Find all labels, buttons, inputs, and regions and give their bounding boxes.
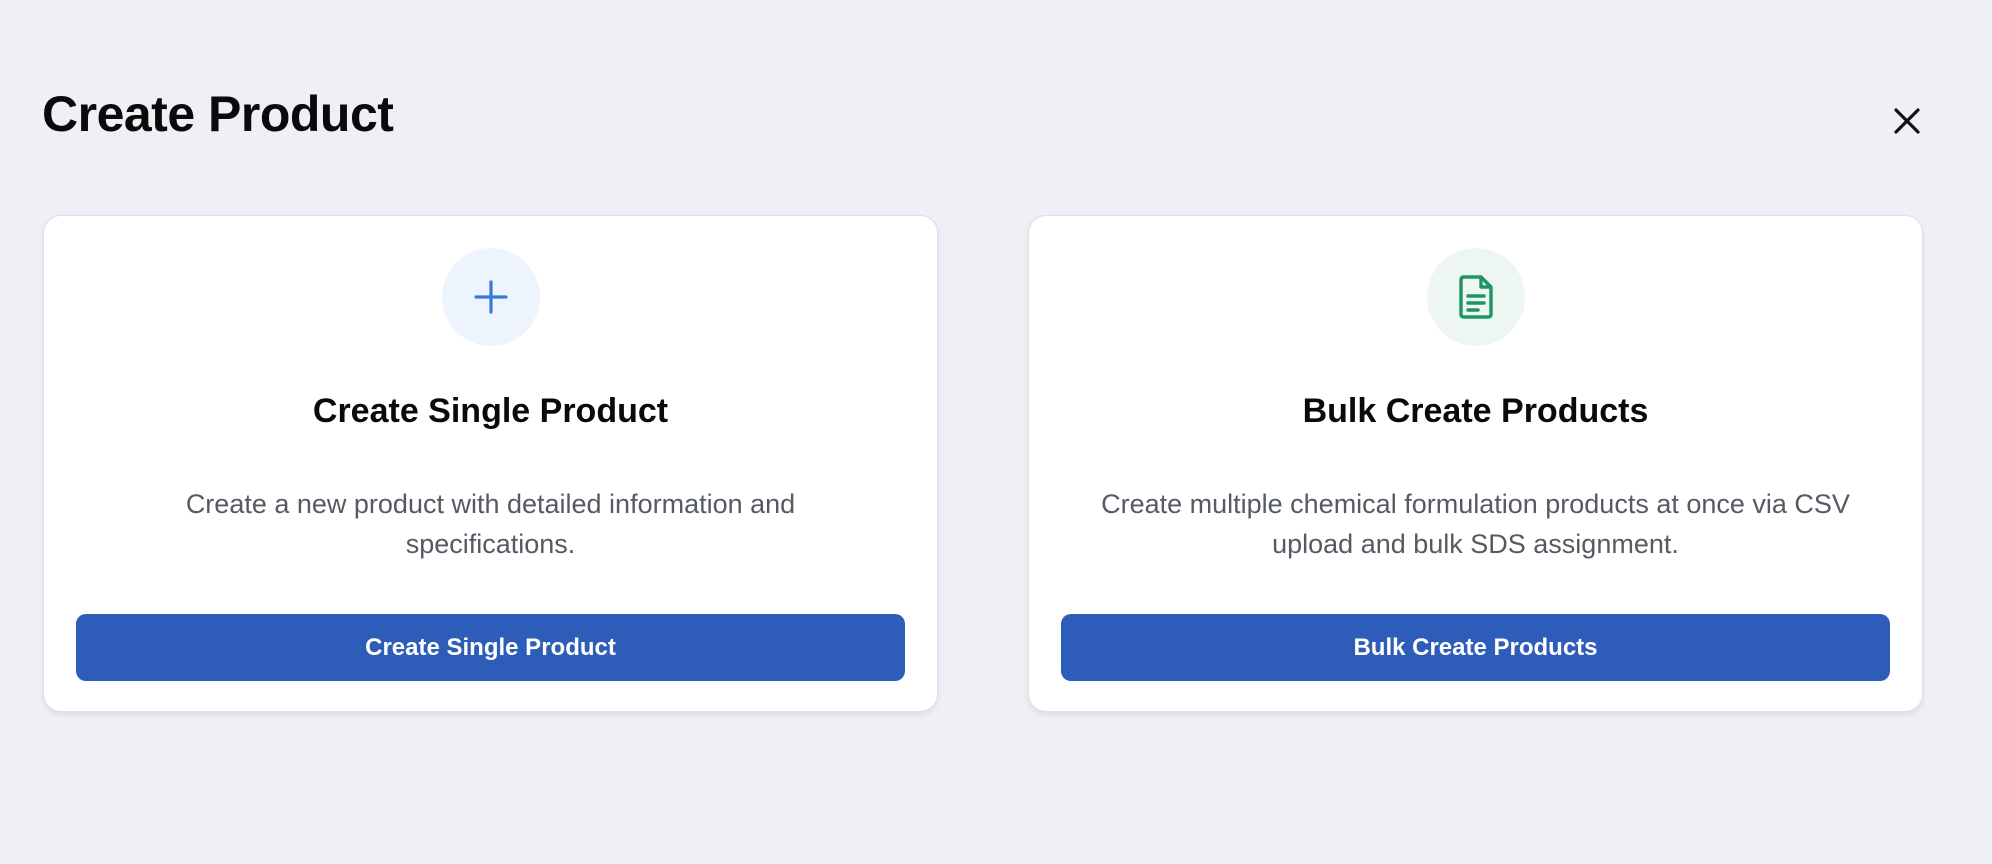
card-description: Create a new product with detailed infor… <box>185 489 796 559</box>
close-button[interactable] <box>1886 100 1928 142</box>
card-title: Create Single Product <box>312 392 669 430</box>
option-cards: Create Single Product Create a new produ… <box>43 215 1927 714</box>
dialog-header: Create Product <box>42 78 1950 150</box>
create-single-product-card[interactable]: Create Single Product Create a new produ… <box>43 215 938 712</box>
bulk-create-products-card[interactable]: Bulk Create Products Create multiple che… <box>1028 215 1923 712</box>
card-title: Bulk Create Products <box>1302 392 1649 430</box>
create-product-dialog: Create Product Create Single Product Cre… <box>0 0 1992 864</box>
dialog-title: Create Product <box>42 86 394 142</box>
plus-icon <box>473 280 508 314</box>
create-single-product-button[interactable]: Create Single Product <box>76 614 905 681</box>
bulk-create-products-button[interactable]: Bulk Create Products <box>1061 614 1890 681</box>
document-icon-badge <box>1426 248 1525 346</box>
card-description: Create multiple chemical formulation pro… <box>1101 489 1850 559</box>
plus-icon-badge <box>441 248 540 346</box>
document-icon <box>1458 275 1493 319</box>
close-icon <box>1894 108 1920 134</box>
